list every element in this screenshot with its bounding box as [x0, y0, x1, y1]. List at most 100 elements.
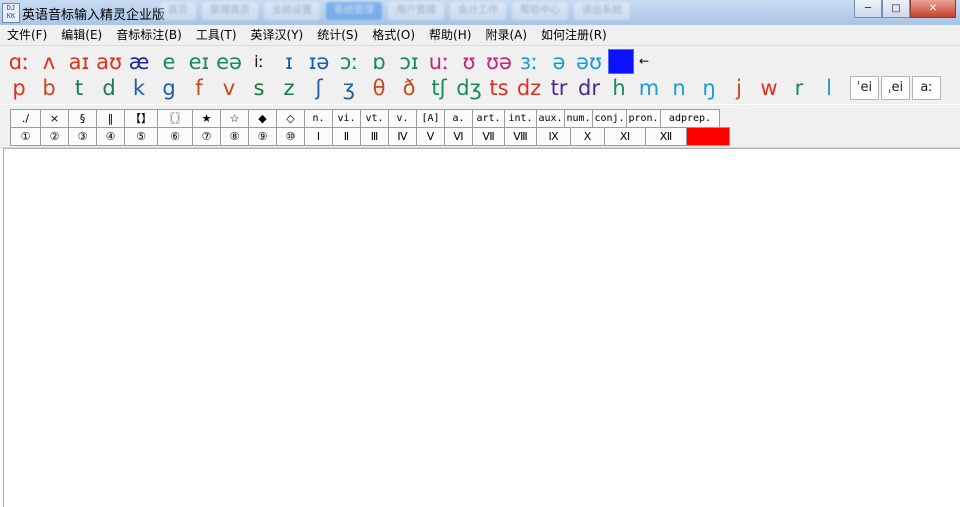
symbol-button[interactable]: int. [504, 109, 537, 128]
menu-item[interactable]: 工具(T) [189, 25, 244, 45]
stress-button[interactable]: ˈei [850, 76, 879, 100]
menu-item[interactable]: 音标标注(B) [109, 25, 189, 45]
phonetic-symbol[interactable]: m [634, 75, 664, 101]
symbol-button[interactable]: conj. [592, 109, 627, 128]
phonetic-symbol[interactable]: ɪə [304, 49, 334, 75]
phonetic-symbol[interactable]: h [604, 75, 634, 101]
phonetic-symbol[interactable]: d [94, 75, 124, 101]
menu-item[interactable]: 统计(S) [310, 25, 365, 45]
menu-item[interactable]: 附录(A) [478, 25, 534, 45]
phonetic-symbol[interactable]: eə [214, 49, 244, 75]
symbol-button[interactable]: vt. [360, 109, 389, 128]
phonetic-symbol[interactable]: ɜː [514, 49, 544, 75]
phonetic-symbol[interactable]: tr [544, 75, 574, 101]
symbol-button[interactable]: n. [304, 109, 333, 128]
backspace-arrow-icon[interactable]: ← [636, 49, 652, 75]
numeral-button[interactable]: Ⅹ [570, 127, 605, 146]
phonetic-symbol[interactable]: w [754, 75, 784, 101]
phonetic-symbol[interactable]: əʊ [574, 49, 604, 75]
numeral-button[interactable]: Ⅱ [332, 127, 361, 146]
phonetic-symbol[interactable]: dz [514, 75, 544, 101]
symbol-button[interactable]: ◆ [248, 109, 277, 128]
phonetic-symbol[interactable]: s [244, 75, 274, 101]
phonetic-symbol[interactable]: ʌ [34, 49, 64, 75]
numeral-button[interactable]: ③ [68, 127, 97, 146]
numeral-button[interactable]: ⑩ [276, 127, 305, 146]
numeral-button[interactable]: Ⅸ [536, 127, 571, 146]
phonetic-symbol[interactable]: e [154, 49, 184, 75]
phonetic-symbol[interactable]: k [124, 75, 154, 101]
numeral-button[interactable]: Ⅳ [388, 127, 417, 146]
menu-item[interactable]: 文件(F) [0, 25, 54, 45]
phonetic-symbol[interactable]: uː [424, 49, 454, 75]
phonetic-symbol[interactable]: ŋ [694, 75, 724, 101]
close-button[interactable]: ✕ [910, 0, 956, 18]
symbol-button[interactable]: ★ [192, 109, 221, 128]
numeral-button[interactable]: Ⅶ [472, 127, 505, 146]
phonetic-symbol[interactable]: ɔɪ [394, 49, 424, 75]
phonetic-symbol[interactable]: p [4, 75, 34, 101]
symbol-button[interactable]: vi. [332, 109, 361, 128]
numeral-button[interactable]: ⑨ [248, 127, 277, 146]
menu-item[interactable]: 编辑(E) [54, 25, 109, 45]
symbol-button[interactable]: art. [472, 109, 505, 128]
phonetic-symbol[interactable]: ɪ [274, 49, 304, 75]
phonetic-symbol[interactable]: j [724, 75, 754, 101]
menu-item[interactable]: 格式(O) [365, 25, 422, 45]
phonetic-symbol[interactable]: dr [574, 75, 604, 101]
numeral-button[interactable]: Ⅲ [360, 127, 389, 146]
numeral-button[interactable]: Ⅰ [304, 127, 333, 146]
text-editor[interactable] [3, 148, 960, 507]
symbol-button[interactable]: num. [564, 109, 593, 128]
phonetic-symbol[interactable]: l [814, 75, 844, 101]
phonetic-symbol[interactable]: æ [124, 49, 154, 75]
phonetic-symbol[interactable]: t [64, 75, 94, 101]
symbol-button[interactable]: 〖〗 [157, 109, 193, 128]
phonetic-symbol[interactable]: z [274, 75, 304, 101]
phonetic-symbol[interactable]: r [784, 75, 814, 101]
numeral-button[interactable]: ⑧ [220, 127, 249, 146]
numeral-button[interactable]: Ⅺ [604, 127, 646, 146]
phonetic-symbol[interactable]: ð [394, 75, 424, 101]
phonetic-symbol[interactable]: dʒ [454, 75, 484, 101]
phonetic-symbol[interactable]: iː [244, 49, 274, 75]
phonetic-symbol[interactable]: ə [544, 49, 574, 75]
phonetic-symbol[interactable]: tʃ [424, 75, 454, 101]
symbol-button[interactable]: aux. [536, 109, 565, 128]
symbol-button[interactable]: × [40, 109, 69, 128]
symbol-button[interactable]: ◇ [276, 109, 305, 128]
phonetic-symbol[interactable]: g [154, 75, 184, 101]
numeral-button[interactable]: ⑤ [124, 127, 158, 146]
numeral-button[interactable]: Ⅵ [444, 127, 473, 146]
phonetic-symbol[interactable]: ʒ [334, 75, 364, 101]
numeral-button[interactable]: ⑥ [157, 127, 193, 146]
phonetic-symbol[interactable]: f [184, 75, 214, 101]
minimize-button[interactable]: ─ [854, 0, 882, 18]
stress-button[interactable]: aː [912, 76, 941, 100]
maximize-button[interactable]: □ [882, 0, 910, 18]
numeral-button[interactable]: ② [40, 127, 69, 146]
phonetic-symbol[interactable]: ɒ [364, 49, 394, 75]
symbol-button[interactable]: pron. [626, 109, 661, 128]
numeral-button[interactable]: Ⅷ [504, 127, 537, 146]
phonetic-symbol[interactable]: v [214, 75, 244, 101]
stress-button[interactable]: ˌei [881, 76, 910, 100]
phonetic-symbol[interactable]: ʃ [304, 75, 334, 101]
numeral-button[interactable]: ⑦ [192, 127, 221, 146]
phonetic-symbol[interactable]: aʊ [94, 49, 124, 75]
phonetic-symbol[interactable]: ʊə [484, 49, 514, 75]
numeral-button[interactable]: ① [10, 127, 41, 146]
symbol-button[interactable]: 【】 [124, 109, 158, 128]
phonetic-symbol[interactable]: ɑː [4, 49, 34, 75]
symbol-button[interactable]: v. [388, 109, 417, 128]
phonetic-symbol[interactable]: b [34, 75, 64, 101]
numeral-button[interactable]: ④ [96, 127, 125, 146]
symbol-button[interactable]: § [68, 109, 97, 128]
symbol-button[interactable]: adprep. [660, 109, 720, 128]
phonetic-symbol[interactable]: aɪ [64, 49, 94, 75]
numeral-button[interactable]: Ⅴ [416, 127, 445, 146]
phonetic-symbol[interactable]: ʊ [454, 49, 484, 75]
symbol-button[interactable]: [A] [416, 109, 445, 128]
phonetic-symbol[interactable]: ts [484, 75, 514, 101]
phonetic-symbol[interactable]: ɔː [334, 49, 364, 75]
